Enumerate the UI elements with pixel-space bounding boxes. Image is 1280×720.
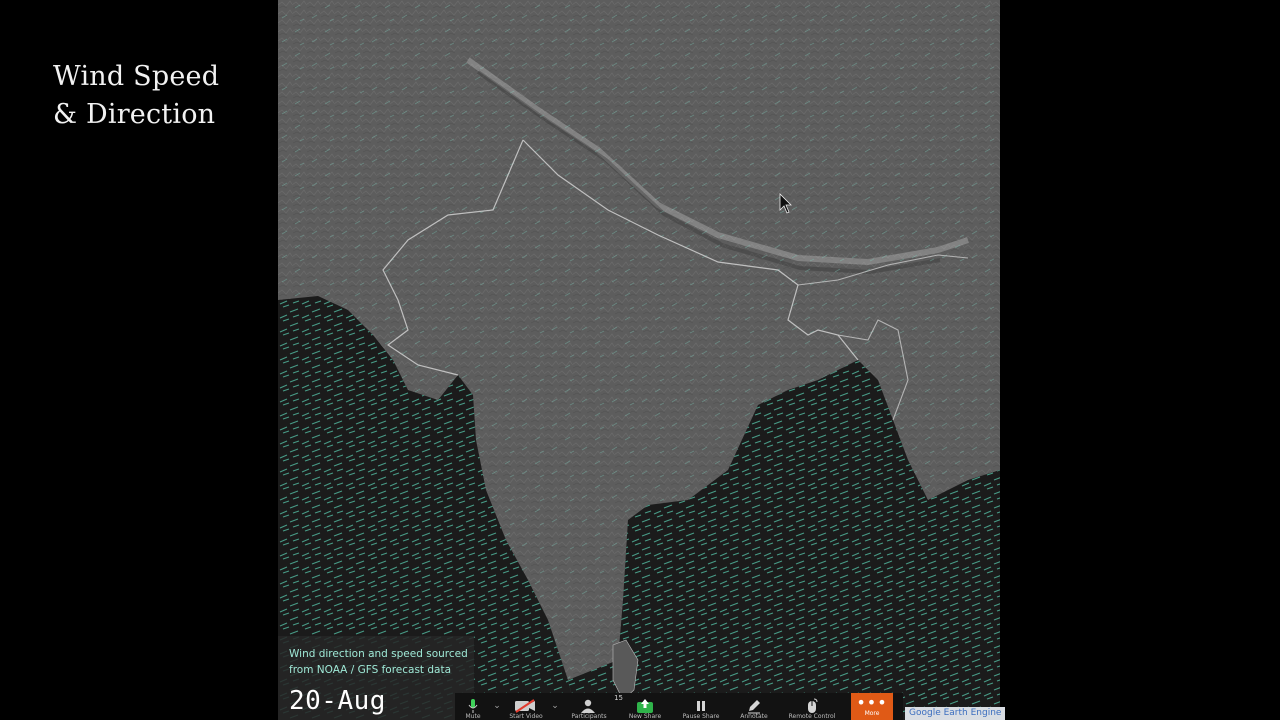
pause-share-label: Pause Share [682, 713, 720, 720]
video-off-icon [514, 697, 538, 714]
annotate-button[interactable]: Annotate [729, 693, 779, 720]
chevron-down-icon[interactable]: ⌄ [491, 701, 503, 711]
mute-button[interactable]: Mute [455, 693, 491, 720]
new-share-label: New Share [628, 713, 662, 720]
wind-map[interactable] [278, 0, 1000, 720]
pencil-icon [746, 697, 762, 714]
more-icon: ••• [856, 693, 888, 712]
caption-date: 20-Aug [289, 686, 386, 716]
participants-button[interactable]: 15 Participants [561, 693, 623, 720]
slide-title-line-1: Wind Speed [53, 61, 220, 92]
more-button[interactable]: ••• More [851, 693, 893, 720]
new-share-button[interactable]: New Share [617, 693, 673, 720]
mouse-icon [805, 697, 819, 714]
annotate-label: Annotate [740, 713, 768, 720]
start-video-label: Start Video [509, 713, 543, 720]
microphone-icon [468, 697, 478, 714]
pause-icon [695, 697, 707, 714]
slide-title: Wind Speed & Direction [53, 58, 219, 134]
participants-icon [579, 697, 599, 714]
more-label: More [864, 710, 880, 717]
zoom-meeting-toolbar: Mute ⌄ Start Video ⌄ 15 Participants New… [455, 693, 903, 720]
slide-title-line-2: & Direction [53, 99, 216, 130]
caption-source-text: Wind direction and speed sourced from NO… [289, 648, 468, 676]
attribution-label[interactable]: Google Earth Engine [905, 707, 1006, 720]
start-video-button[interactable]: Start Video [503, 693, 549, 720]
mute-label: Mute [465, 713, 481, 720]
map-caption: Wind direction and speed sourced from NO… [278, 636, 474, 720]
share-icon [636, 697, 654, 714]
chevron-down-icon[interactable]: ⌄ [549, 701, 561, 711]
participants-label: Participants [571, 713, 607, 720]
remote-control-label: Remote Control [788, 713, 836, 720]
remote-control-button[interactable]: Remote Control [779, 693, 845, 720]
pause-share-button[interactable]: Pause Share [673, 693, 729, 720]
